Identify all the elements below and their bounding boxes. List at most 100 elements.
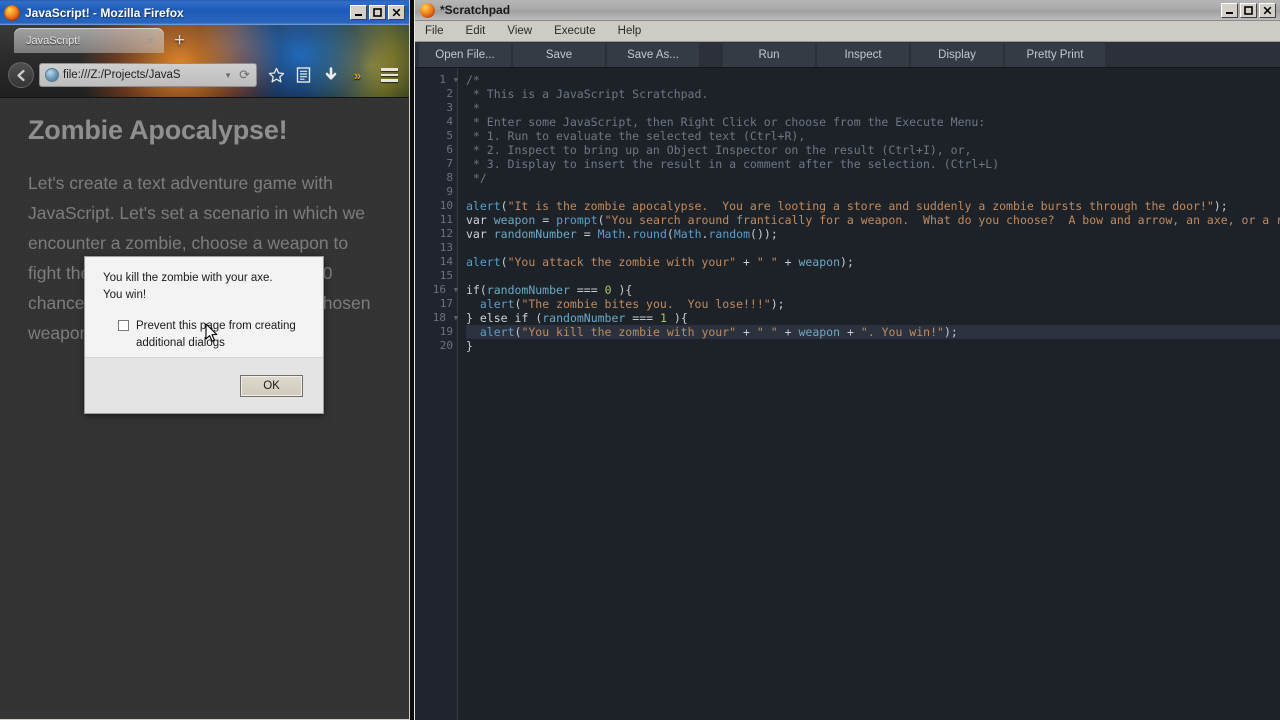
- library-icon[interactable]: [290, 61, 317, 89]
- hamburger-menu-icon[interactable]: [375, 60, 403, 90]
- code-line[interactable]: * 3. Display to insert the result in a c…: [466, 157, 1280, 171]
- dialog-footer: OK: [85, 357, 323, 413]
- line-number: 8: [446, 171, 453, 184]
- line-number: 19: [439, 325, 453, 338]
- code-line[interactable]: alert("The zombie bites you. You lose!!!…: [466, 297, 1280, 311]
- tab-close-icon[interactable]: ×: [146, 34, 154, 47]
- url-bar[interactable]: file:///Z:/Projects/JavaS ▼ ⟳: [39, 63, 257, 87]
- code-line[interactable]: alert("It is the zombie apocalypse. You …: [466, 199, 1280, 213]
- back-button[interactable]: [8, 62, 34, 88]
- menu-view[interactable]: View: [507, 25, 532, 37]
- code-line[interactable]: */: [466, 171, 1280, 185]
- code-line[interactable]: [466, 269, 1280, 283]
- line-number: 4: [446, 115, 453, 128]
- line-number: 11: [439, 213, 453, 226]
- scratchpad-window-title: *Scratchpad: [440, 3, 511, 17]
- pretty-print-button[interactable]: Pretty Print: [1005, 43, 1105, 67]
- prevent-dialogs-checkbox[interactable]: [118, 320, 129, 332]
- menu-help[interactable]: Help: [618, 25, 642, 37]
- line-number: 14: [439, 255, 453, 268]
- new-tab-icon[interactable]: +: [174, 31, 185, 50]
- fold-triangle-icon[interactable]: ▼: [454, 73, 458, 87]
- line-number: 7: [446, 157, 453, 170]
- screen-root: JavaScript! - Mozilla Firefox JavaScript…: [0, 0, 1280, 720]
- downloads-icon[interactable]: [317, 61, 344, 89]
- globe-icon: [45, 68, 59, 82]
- code-line[interactable]: *: [466, 101, 1280, 115]
- firefox-logo-icon: [420, 2, 435, 18]
- close-icon[interactable]: [388, 5, 405, 20]
- url-text: file:///Z:/Projects/JavaS: [63, 69, 181, 81]
- line-number: 3: [446, 101, 453, 114]
- code-text-area[interactable]: /* * This is a JavaScript Scratchpad. * …: [458, 68, 1280, 720]
- line-number: 9: [446, 185, 453, 198]
- line-number: 13: [439, 241, 453, 254]
- bookmark-star-icon[interactable]: [263, 61, 290, 89]
- code-line[interactable]: alert("You attack the zombie with your" …: [466, 255, 1280, 269]
- dialog-body: You kill the zombie with your axe. You w…: [85, 257, 323, 357]
- code-line[interactable]: var weapon = prompt("You search around f…: [466, 213, 1280, 227]
- code-line[interactable]: }: [466, 339, 1280, 353]
- code-line[interactable]: } else if (randomNumber === 1 ){: [466, 311, 1280, 325]
- line-number: 5: [446, 129, 453, 142]
- page-title: Zombie Apocalypse!: [28, 115, 288, 145]
- code-line[interactable]: /*: [466, 73, 1280, 87]
- maximize-icon[interactable]: [369, 5, 386, 20]
- line-number: 10: [439, 199, 453, 212]
- minimize-icon[interactable]: [350, 5, 367, 20]
- close-icon[interactable]: [1259, 2, 1276, 18]
- firefox-tabstrip: JavaScript! × +: [0, 25, 409, 53]
- code-line[interactable]: alert("You kill the zombie with your" + …: [466, 325, 1280, 339]
- code-line[interactable]: * This is a JavaScript Scratchpad.: [466, 87, 1280, 101]
- save-as-button[interactable]: Save As...: [607, 43, 699, 67]
- browser-tab-label: JavaScript!: [26, 34, 81, 47]
- code-line[interactable]: * 1. Run to evaluate the selected text (…: [466, 129, 1280, 143]
- scratchpad-toolbar: Open File... Save Save As... Run Inspect…: [415, 42, 1280, 68]
- ok-button[interactable]: OK: [240, 374, 303, 397]
- code-editor[interactable]: 1 ▼ 2 3 4 5 6 7 8 9 10 11 12 13 14 15 16 ▼ 17 18 ▼ 19 20 /* * …: [415, 68, 1280, 720]
- firefox-window-controls: [350, 5, 407, 20]
- menu-execute[interactable]: Execute: [554, 25, 596, 37]
- menu-edit[interactable]: Edit: [466, 25, 486, 37]
- code-line[interactable]: var randomNumber = Math.round(Math.rando…: [466, 227, 1280, 241]
- save-button[interactable]: Save: [513, 43, 605, 67]
- firefox-window-title: JavaScript! - Mozilla Firefox: [25, 5, 184, 20]
- prevent-dialogs-checkbox-row[interactable]: Prevent this page from creating addition…: [103, 318, 307, 351]
- reload-icon[interactable]: ⟳: [236, 67, 253, 83]
- line-number: 15: [439, 269, 453, 282]
- run-button[interactable]: Run: [723, 43, 815, 67]
- dialog-message-line-2: You win!: [103, 288, 147, 301]
- menu-file[interactable]: File: [425, 25, 444, 37]
- code-line[interactable]: * 2. Inspect to bring up an Object Inspe…: [466, 143, 1280, 157]
- code-line[interactable]: [466, 241, 1280, 255]
- fold-triangle-icon[interactable]: ▼: [454, 283, 458, 297]
- browser-tab[interactable]: JavaScript! ×: [14, 28, 164, 53]
- line-number: 17: [439, 297, 453, 310]
- code-line[interactable]: [466, 185, 1280, 199]
- scratchpad-window-controls: [1221, 2, 1278, 18]
- prevent-dialogs-label: Prevent this page from creating addition…: [136, 320, 296, 349]
- maximize-icon[interactable]: [1240, 2, 1257, 18]
- javascript-alert-dialog: You kill the zombie with your axe. You w…: [84, 256, 324, 414]
- fold-triangle-icon[interactable]: ▼: [454, 311, 458, 325]
- line-number: 16 ▼: [432, 283, 458, 297]
- line-number: 20: [439, 339, 453, 352]
- display-button[interactable]: Display: [911, 43, 1003, 67]
- code-line[interactable]: if(randomNumber === 0 ){: [466, 283, 1280, 297]
- scratchpad-window: *Scratchpad File Edit View Execute Help …: [414, 0, 1280, 720]
- line-number: 12: [439, 227, 453, 240]
- line-number: 6: [446, 143, 453, 156]
- minimize-icon[interactable]: [1221, 2, 1238, 18]
- inspect-button[interactable]: Inspect: [817, 43, 909, 67]
- code-line[interactable]: * Enter some JavaScript, then Right Clic…: [466, 115, 1280, 129]
- line-number-gutter: 1 ▼ 2 3 4 5 6 7 8 9 10 11 12 13 14 15 16 ▼ 17 18 ▼ 19 20: [415, 68, 458, 720]
- line-number: 1 ▼: [439, 73, 458, 87]
- line-number: 2: [446, 87, 453, 100]
- scratchpad-titlebar: *Scratchpad: [415, 0, 1280, 21]
- open-file-button[interactable]: Open File...: [419, 43, 511, 67]
- scratchpad-menubar: File Edit View Execute Help: [415, 21, 1280, 42]
- chevron-down-icon[interactable]: ▼: [224, 71, 232, 80]
- firefox-chrome: JavaScript! × + file:///Z:/Projects/Java…: [0, 25, 409, 97]
- firefox-titlebar: JavaScript! - Mozilla Firefox: [0, 0, 409, 25]
- overflow-chevron-icon[interactable]: »: [344, 61, 371, 89]
